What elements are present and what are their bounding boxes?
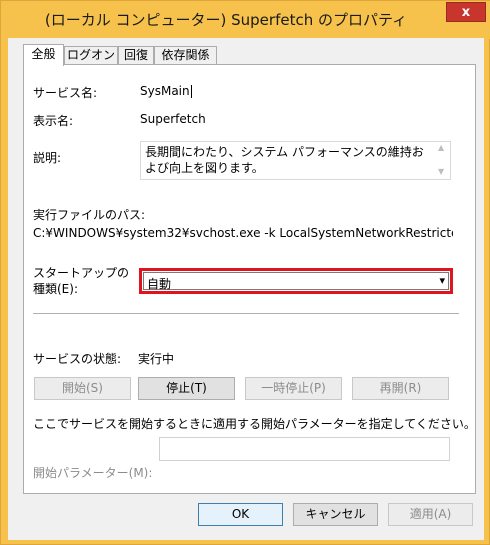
start-params-label: 開始パラメーター(M): <box>33 466 153 480</box>
pause-button[interactable]: 一時停止(P) <box>245 377 342 400</box>
stop-button[interactable]: 停止(T) <box>138 377 235 400</box>
description-scrollbar[interactable]: ▲ ▼ <box>435 142 450 179</box>
tab-logon[interactable]: ログオン <box>64 46 118 65</box>
ok-button[interactable]: OK <box>198 503 283 526</box>
title-bar[interactable]: (ローカル コンピューター) Superfetch のプロパティ x <box>1 1 490 39</box>
start-params-input[interactable] <box>159 437 450 461</box>
service-status-label: サービスの状態: <box>33 352 122 366</box>
dialog-client-area: 全般 ログオン 回復 依存関係 サービス名: SysMain 表示名: Supe… <box>8 38 484 540</box>
close-button[interactable]: x <box>446 2 486 22</box>
scroll-up-icon[interactable]: ▲ <box>438 143 444 152</box>
service-name-value[interactable]: SysMain <box>140 84 192 98</box>
description-text: 長期間にわたり、システム パフォーマンスの維持および向上を図ります。 <box>145 145 424 175</box>
startup-type-dropdown-inner: 自動 ▾ <box>143 272 449 291</box>
tab-recovery[interactable]: 回復 <box>118 46 154 65</box>
startup-type-label-line2: 種類(E): <box>33 282 78 296</box>
resume-button[interactable]: 再開(R) <box>352 377 449 400</box>
apply-button[interactable]: 適用(A) <box>388 503 473 526</box>
exe-path-value[interactable]: C:¥WINDOWS¥system32¥svchost.exe -k Local… <box>33 226 453 240</box>
tab-dependencies[interactable]: 依存関係 <box>154 46 217 65</box>
exe-path-label: 実行ファイルのパス: <box>33 208 146 222</box>
startup-type-dropdown[interactable]: 自動 ▾ <box>139 268 453 294</box>
startup-type-selected: 自動 <box>147 277 172 291</box>
general-tab-panel: サービス名: SysMain 表示名: Superfetch 説明: 長期間にわ… <box>23 64 476 494</box>
display-name-value[interactable]: Superfetch <box>140 112 206 126</box>
display-name-label: 表示名: <box>33 114 74 128</box>
description-label: 説明: <box>33 151 62 165</box>
properties-window: (ローカル コンピューター) Superfetch のプロパティ x 全般 ログ… <box>0 0 490 545</box>
service-status-value: 実行中 <box>138 352 175 366</box>
separator <box>33 313 459 314</box>
cancel-button[interactable]: キャンセル <box>293 503 378 526</box>
window-title: (ローカル コンピューター) Superfetch のプロパティ <box>44 11 408 29</box>
tab-general[interactable]: 全般 <box>23 44 64 66</box>
chevron-down-icon[interactable]: ▾ <box>439 274 445 287</box>
service-name-label: サービス名: <box>33 86 98 100</box>
scroll-down-icon[interactable]: ▼ <box>438 167 444 176</box>
start-button[interactable]: 開始(S) <box>34 377 131 400</box>
start-params-hint: ここでサービスを開始するときに適用する開始パラメーターを指定してください。 <box>33 417 476 431</box>
text-caret <box>190 85 192 98</box>
description-box[interactable]: 長期間にわたり、システム パフォーマンスの維持および向上を図ります。 ▲ ▼ <box>140 141 451 180</box>
startup-type-label-line1: スタートアップの <box>33 266 130 280</box>
